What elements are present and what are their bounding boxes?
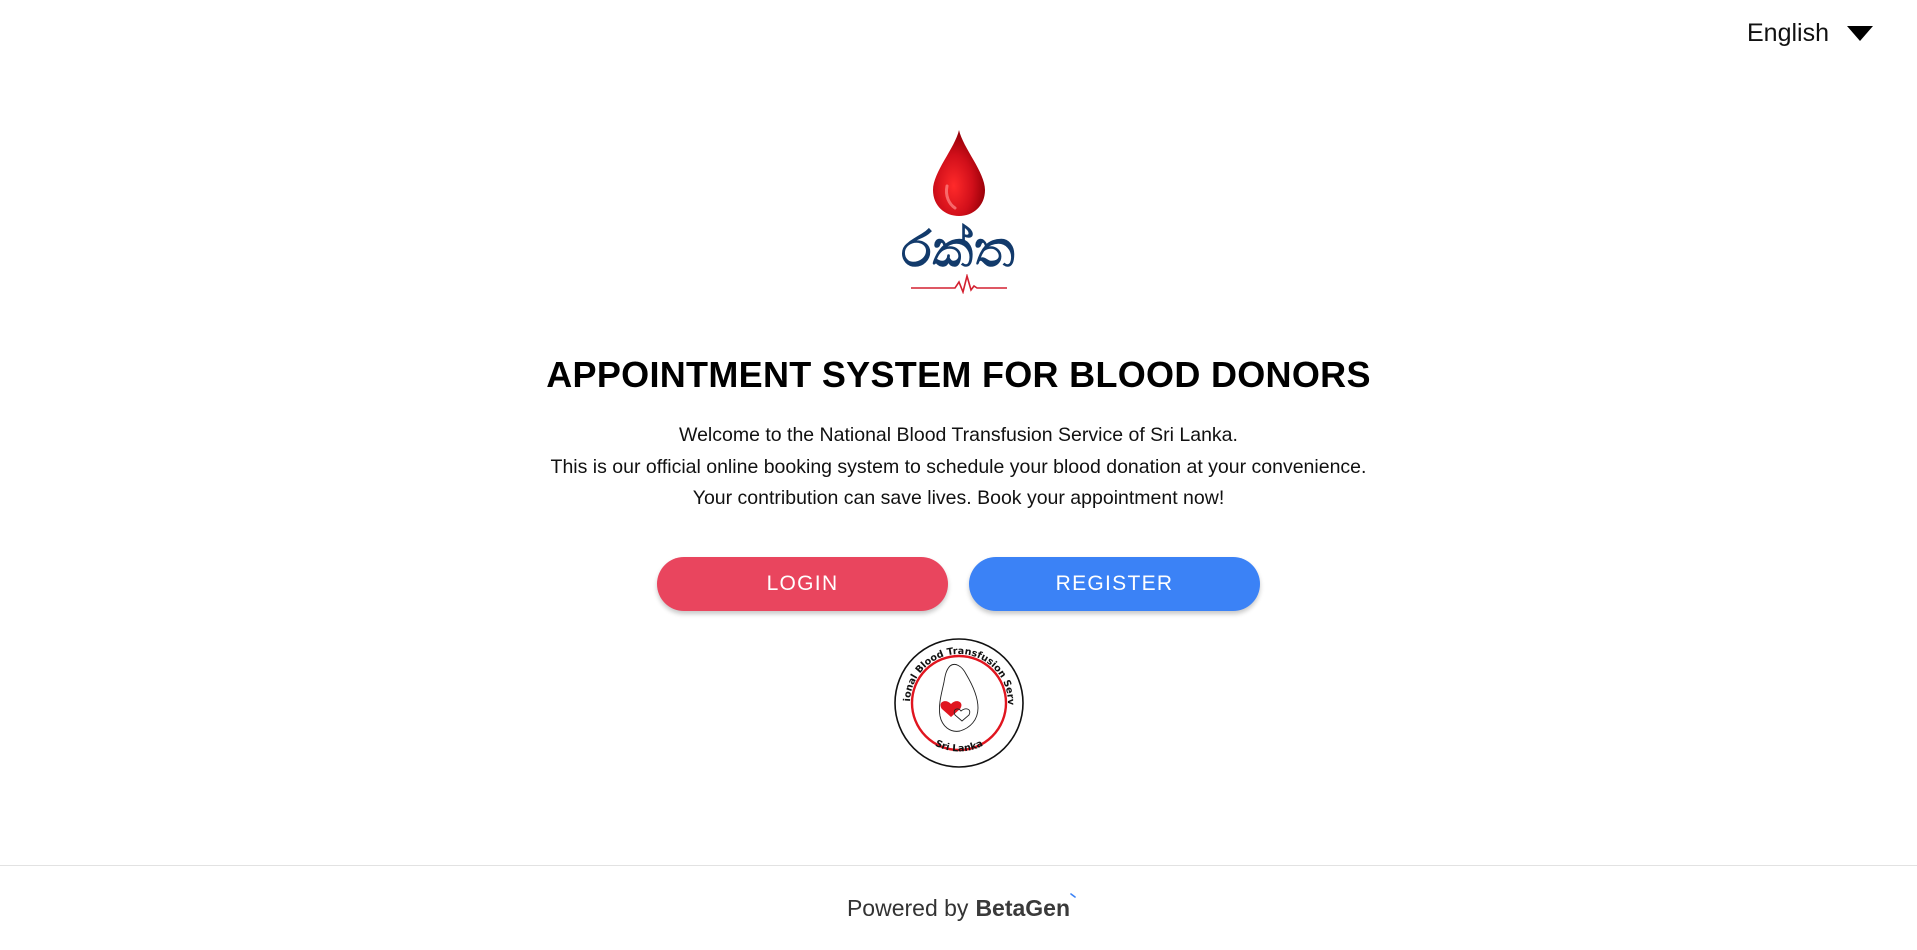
blood-drop-icon xyxy=(932,130,985,216)
logo-wordmark: රක්ත xyxy=(901,220,1016,278)
footer: Powered by BetaGen xyxy=(0,865,1917,950)
betagen-brand-text: BetaGen xyxy=(975,895,1071,921)
intro-line: Welcome to the National Blood Transfusio… xyxy=(679,424,1238,446)
intro-line: This is our official online booking syst… xyxy=(550,455,1367,478)
page-title: APPOINTMENT SYSTEM FOR BLOOD DONORS xyxy=(546,354,1371,395)
rakta-logo: රක්ත xyxy=(901,128,1015,294)
brand-accent-icon xyxy=(1070,893,1076,898)
betagen-brand-link[interactable]: BetaGen xyxy=(975,893,1076,922)
nbts-seal-logo: National Blood Transfusion Service Sri L… xyxy=(892,636,1024,768)
intro-text: Welcome to the National Blood Transfusio… xyxy=(551,420,1367,515)
powered-by: Powered by BetaGen xyxy=(846,893,1076,922)
action-buttons: LOGIN REGISTER xyxy=(657,556,1260,611)
main-content: රක්ත APPOINTMENT SYSTEM FOR BLOOD DONORS… xyxy=(0,0,1917,770)
register-button[interactable]: REGISTER xyxy=(969,556,1260,611)
login-button[interactable]: LOGIN xyxy=(657,556,948,611)
powered-by-label: Powered by xyxy=(846,895,969,921)
intro-line: Your contribution can save lives. Book y… xyxy=(692,487,1225,509)
heartbeat-line-icon xyxy=(910,274,1007,294)
